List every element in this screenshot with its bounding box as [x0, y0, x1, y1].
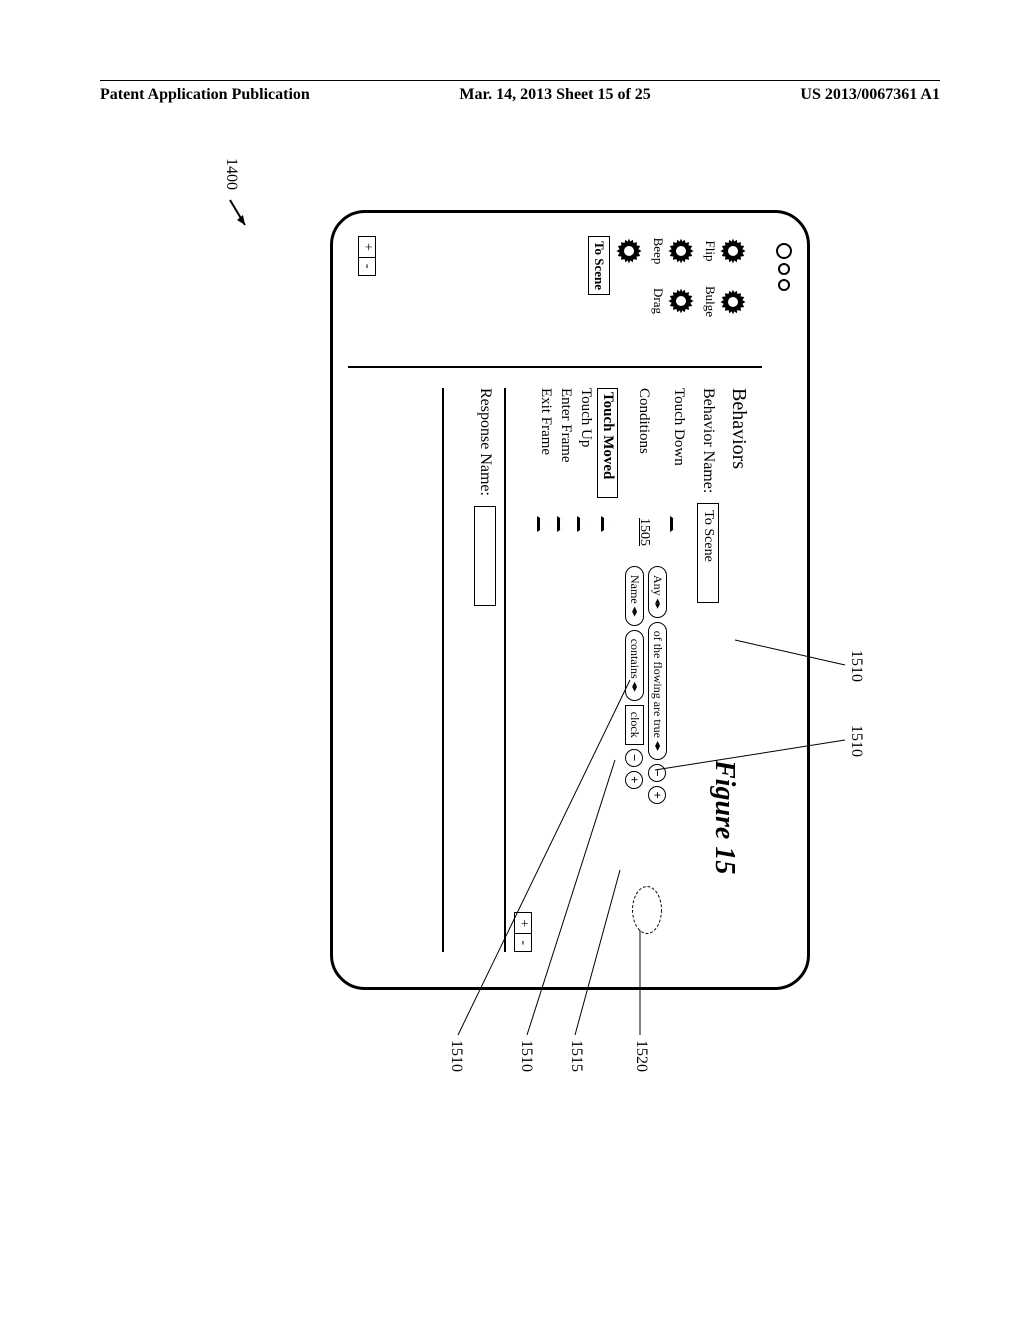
response-name-input[interactable] — [474, 506, 496, 606]
plus-minus-control[interactable]: + - — [358, 236, 376, 276]
conditions-label: Conditions — [636, 388, 653, 498]
triangle-icon — [673, 518, 683, 530]
callout-1510: 1510 — [447, 1040, 465, 1072]
add-button[interactable]: + — [649, 786, 667, 804]
response-name-label: Response Name: — [476, 388, 494, 496]
gear-label: Beep — [650, 238, 666, 265]
callout-line — [730, 650, 850, 710]
header-middle: Mar. 14, 2013 Sheet 15 of 25 — [459, 86, 650, 104]
behavior-name-label: Behavior Name: — [699, 388, 717, 493]
event-label: Enter Frame — [557, 388, 574, 498]
behavior-item-toscene[interactable]: To Scene — [588, 236, 644, 358]
arrow-icon: ◂▸ — [629, 682, 640, 692]
gear-label: Bulge — [702, 286, 718, 317]
selected-behavior-label: To Scene — [588, 236, 610, 295]
dot-icon — [776, 243, 792, 259]
gear-label: Flip — [702, 241, 718, 262]
header-right: US 2013/0067361 A1 — [800, 86, 940, 104]
event-label: Exit Frame — [537, 388, 554, 498]
dot-icon — [778, 279, 790, 291]
event-label: Touch Down — [670, 388, 687, 498]
any-dropdown[interactable]: Any ◂▸ — [648, 566, 667, 618]
header-left: Patent Application Publication — [100, 86, 310, 104]
gear-icon — [666, 236, 696, 266]
triangle-icon — [560, 518, 570, 530]
gear-row: Flip Bulge — [702, 236, 748, 358]
dot-icon — [778, 263, 790, 275]
name-dropdown[interactable]: Name ◂▸ — [625, 566, 644, 626]
dashed-highlight — [632, 886, 662, 934]
gear-icon — [666, 286, 696, 316]
behavior-name-input[interactable]: To Scene — [697, 503, 719, 603]
gear-label: Drag — [650, 288, 666, 314]
gear-icon — [614, 236, 644, 266]
callout-line — [455, 680, 630, 1040]
gear-icon — [718, 236, 748, 266]
gear-row: Beep Drag — [650, 236, 696, 358]
left-panel-bottom-bar: + - — [358, 236, 377, 276]
event-touch-down[interactable]: Touch Down — [670, 388, 687, 952]
behavior-item-beep[interactable]: Beep — [650, 236, 696, 266]
event-label-selected: Touch Moved — [597, 388, 618, 498]
behavior-item-flip[interactable]: Flip — [702, 236, 748, 266]
event-label: Touch Up — [577, 388, 594, 498]
divider — [442, 388, 444, 952]
arrow-icon: ◂▸ — [629, 607, 640, 617]
callout-line — [650, 725, 850, 785]
device-reference-label: 1400 — [215, 165, 247, 183]
gear-icon — [718, 287, 748, 317]
callout-1510: 1510 — [517, 1040, 535, 1072]
conditions-reference: 1505 — [636, 518, 652, 546]
plus-button[interactable]: + — [359, 237, 375, 258]
diagram-container: Flip Bulge Beep — [80, 330, 930, 880]
triangle-icon — [540, 518, 550, 530]
triangle-icon — [604, 518, 614, 530]
minus-button[interactable]: - — [359, 258, 375, 275]
triangle-icon — [580, 518, 590, 530]
page-header: Patent Application Publication Mar. 14, … — [100, 80, 940, 104]
figure-label: Figure 15 — [708, 760, 740, 874]
behavior-item-drag[interactable]: Drag — [650, 286, 696, 316]
left-panel: Flip Bulge Beep — [348, 228, 762, 368]
behavior-item-bulge[interactable]: Bulge — [702, 286, 748, 317]
arrow-icon — [225, 195, 255, 235]
arrow-icon: ◂▸ — [652, 599, 663, 609]
device-dots — [776, 243, 792, 291]
callout-1515: 1515 — [567, 1040, 585, 1072]
